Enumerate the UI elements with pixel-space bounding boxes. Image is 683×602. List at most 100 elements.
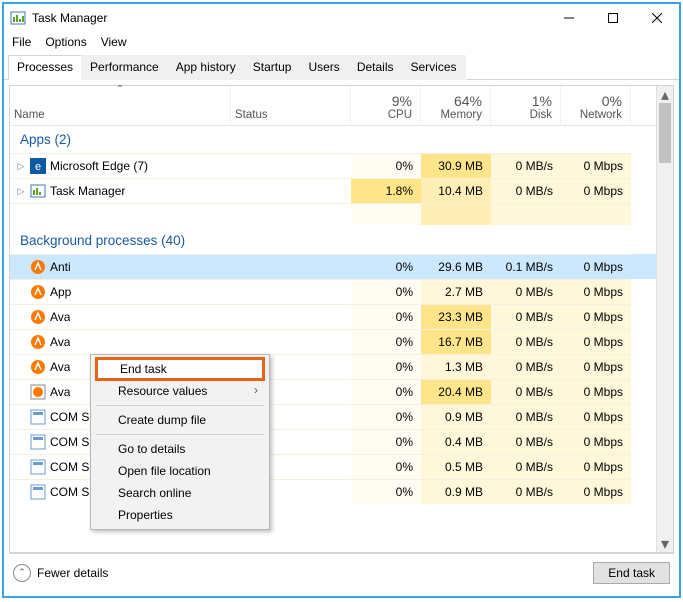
table-row[interactable]: ▷Task Manager1.8%10.4 MB0 MB/s0 Mbps xyxy=(10,178,656,203)
cell-disk: 0 MB/s xyxy=(491,429,561,454)
cell-disk: 0 MB/s xyxy=(491,454,561,479)
tab-startup[interactable]: Startup xyxy=(244,55,301,80)
table-row[interactable]: Anti0%29.6 MB0.1 MB/s0 Mbps xyxy=(10,254,656,279)
col-cpu[interactable]: 9% CPU xyxy=(351,86,421,125)
tab-users[interactable]: Users xyxy=(299,55,348,80)
col-memory[interactable]: 64% Memory xyxy=(421,86,491,125)
table-row[interactable]: App0%2.7 MB0 MB/s0 Mbps xyxy=(10,279,656,304)
cell-disk: 0 MB/s xyxy=(491,153,561,178)
table-row[interactable]: ▷ e Microsoft Edge (7) 0%30.9 MB0 MB/s0 Mbp… xyxy=(10,153,656,178)
process-icon: e xyxy=(30,158,46,174)
cell-memory: 0.9 MB xyxy=(421,404,491,429)
end-task-button[interactable]: End task xyxy=(593,562,670,584)
process-icon xyxy=(30,359,46,375)
context-menu-item[interactable]: Create dump file xyxy=(94,409,266,431)
maximize-button[interactable] xyxy=(591,4,635,32)
process-icon xyxy=(30,259,46,275)
scroll-down-button[interactable]: ▾ xyxy=(657,535,673,552)
tab-details[interactable]: Details xyxy=(348,55,403,80)
cell-cpu: 0% xyxy=(351,153,421,178)
cell-cpu: 0% xyxy=(351,379,421,404)
col-disk[interactable]: 1% Disk xyxy=(491,86,561,125)
cell-disk: 0 MB/s xyxy=(491,404,561,429)
expand-icon[interactable]: ▷ xyxy=(16,161,26,172)
vertical-scrollbar[interactable]: ▴ ▾ xyxy=(656,86,673,552)
cell-memory: 0.4 MB xyxy=(421,429,491,454)
table-row[interactable]: Ava0%16.7 MB0 MB/s0 Mbps xyxy=(10,329,656,354)
close-button[interactable] xyxy=(635,4,679,32)
table-row[interactable]: Ava0%23.3 MB0 MB/s0 Mbps xyxy=(10,304,656,329)
col-name[interactable]: ⌃ Name xyxy=(10,86,231,125)
scroll-thumb[interactable] xyxy=(659,103,671,163)
cell-cpu: 0% xyxy=(351,304,421,329)
menu-file[interactable]: File xyxy=(12,35,31,49)
process-pane: ⌃ Name Status 9% CPU 64% Memory 1% Disk xyxy=(9,85,674,553)
cell-network: 0 Mbps xyxy=(561,354,631,379)
fewer-details-icon[interactable]: ⌃ xyxy=(13,564,31,582)
cell-memory: 30.9 MB xyxy=(421,153,491,178)
context-menu-item[interactable]: Properties xyxy=(94,504,266,526)
process-icon xyxy=(30,434,46,450)
process-name: App xyxy=(50,285,71,299)
cell-network: 0 Mbps xyxy=(561,153,631,178)
scroll-track[interactable] xyxy=(657,103,673,535)
title-bar: Task Manager xyxy=(4,4,679,32)
cell-memory: 29.6 MB xyxy=(421,254,491,279)
cell-cpu: 0% xyxy=(351,454,421,479)
process-icon xyxy=(30,183,46,199)
process-icon xyxy=(30,334,46,350)
context-menu-item[interactable]: End task xyxy=(96,358,264,380)
process-name: Anti xyxy=(50,260,71,274)
svg-text:e: e xyxy=(35,161,41,173)
process-icon xyxy=(30,484,46,500)
context-menu-item[interactable]: Go to details xyxy=(94,438,266,460)
tab-processes[interactable]: Processes xyxy=(8,55,82,80)
cell-network: 0 Mbps xyxy=(561,178,631,203)
group-background: Background processes (40) xyxy=(10,225,656,254)
cell-disk: 0 MB/s xyxy=(491,479,561,504)
cell-cpu: 0% xyxy=(351,329,421,354)
app-icon xyxy=(10,10,26,26)
process-icon xyxy=(30,284,46,300)
minimize-button[interactable] xyxy=(547,4,591,32)
cell-memory: 0.5 MB xyxy=(421,454,491,479)
col-status[interactable]: Status xyxy=(231,86,351,125)
cell-cpu: 0% xyxy=(351,279,421,304)
fewer-details-link[interactable]: Fewer details xyxy=(37,566,108,580)
process-icon xyxy=(30,384,46,400)
cell-memory: 1.3 MB xyxy=(421,354,491,379)
cell-memory: 2.7 MB xyxy=(421,279,491,304)
cell-disk: 0 MB/s xyxy=(491,304,561,329)
process-icon xyxy=(30,409,46,425)
tab-services[interactable]: Services xyxy=(402,55,466,80)
cell-cpu: 0% xyxy=(351,354,421,379)
cell-network: 0 Mbps xyxy=(561,379,631,404)
menu-bar: File Options View xyxy=(4,32,679,52)
menu-options[interactable]: Options xyxy=(45,35,86,49)
context-menu: End taskResource values Create dump file G… xyxy=(90,354,270,530)
process-name: Ava xyxy=(50,310,70,324)
cell-disk: 0.1 MB/s xyxy=(491,254,561,279)
tab-app-history[interactable]: App history xyxy=(167,55,245,80)
process-name: Ava xyxy=(50,385,70,399)
cell-disk: 0 MB/s xyxy=(491,329,561,354)
col-network[interactable]: 0% Network xyxy=(561,86,631,125)
tab-performance[interactable]: Performance xyxy=(81,55,168,80)
cell-network: 0 Mbps xyxy=(561,329,631,354)
cell-disk: 0 MB/s xyxy=(491,279,561,304)
context-menu-item[interactable]: Open file location xyxy=(94,460,266,482)
cell-memory: 0.9 MB xyxy=(421,479,491,504)
scroll-up-button[interactable]: ▴ xyxy=(657,86,673,103)
context-menu-item[interactable]: Resource values xyxy=(94,380,266,402)
expand-icon[interactable]: ▷ xyxy=(16,186,26,197)
cell-memory: 16.7 MB xyxy=(421,329,491,354)
context-menu-item[interactable]: Search online xyxy=(94,482,266,504)
footer-bar: ⌃ Fewer details End task xyxy=(9,553,674,591)
cell-disk: 0 MB/s xyxy=(491,379,561,404)
process-icon xyxy=(30,459,46,475)
menu-view[interactable]: View xyxy=(101,35,127,49)
cell-network: 0 Mbps xyxy=(561,479,631,504)
cell-network: 0 Mbps xyxy=(561,254,631,279)
process-name: Microsoft Edge (7) xyxy=(50,159,148,173)
cell-cpu: 0% xyxy=(351,479,421,504)
